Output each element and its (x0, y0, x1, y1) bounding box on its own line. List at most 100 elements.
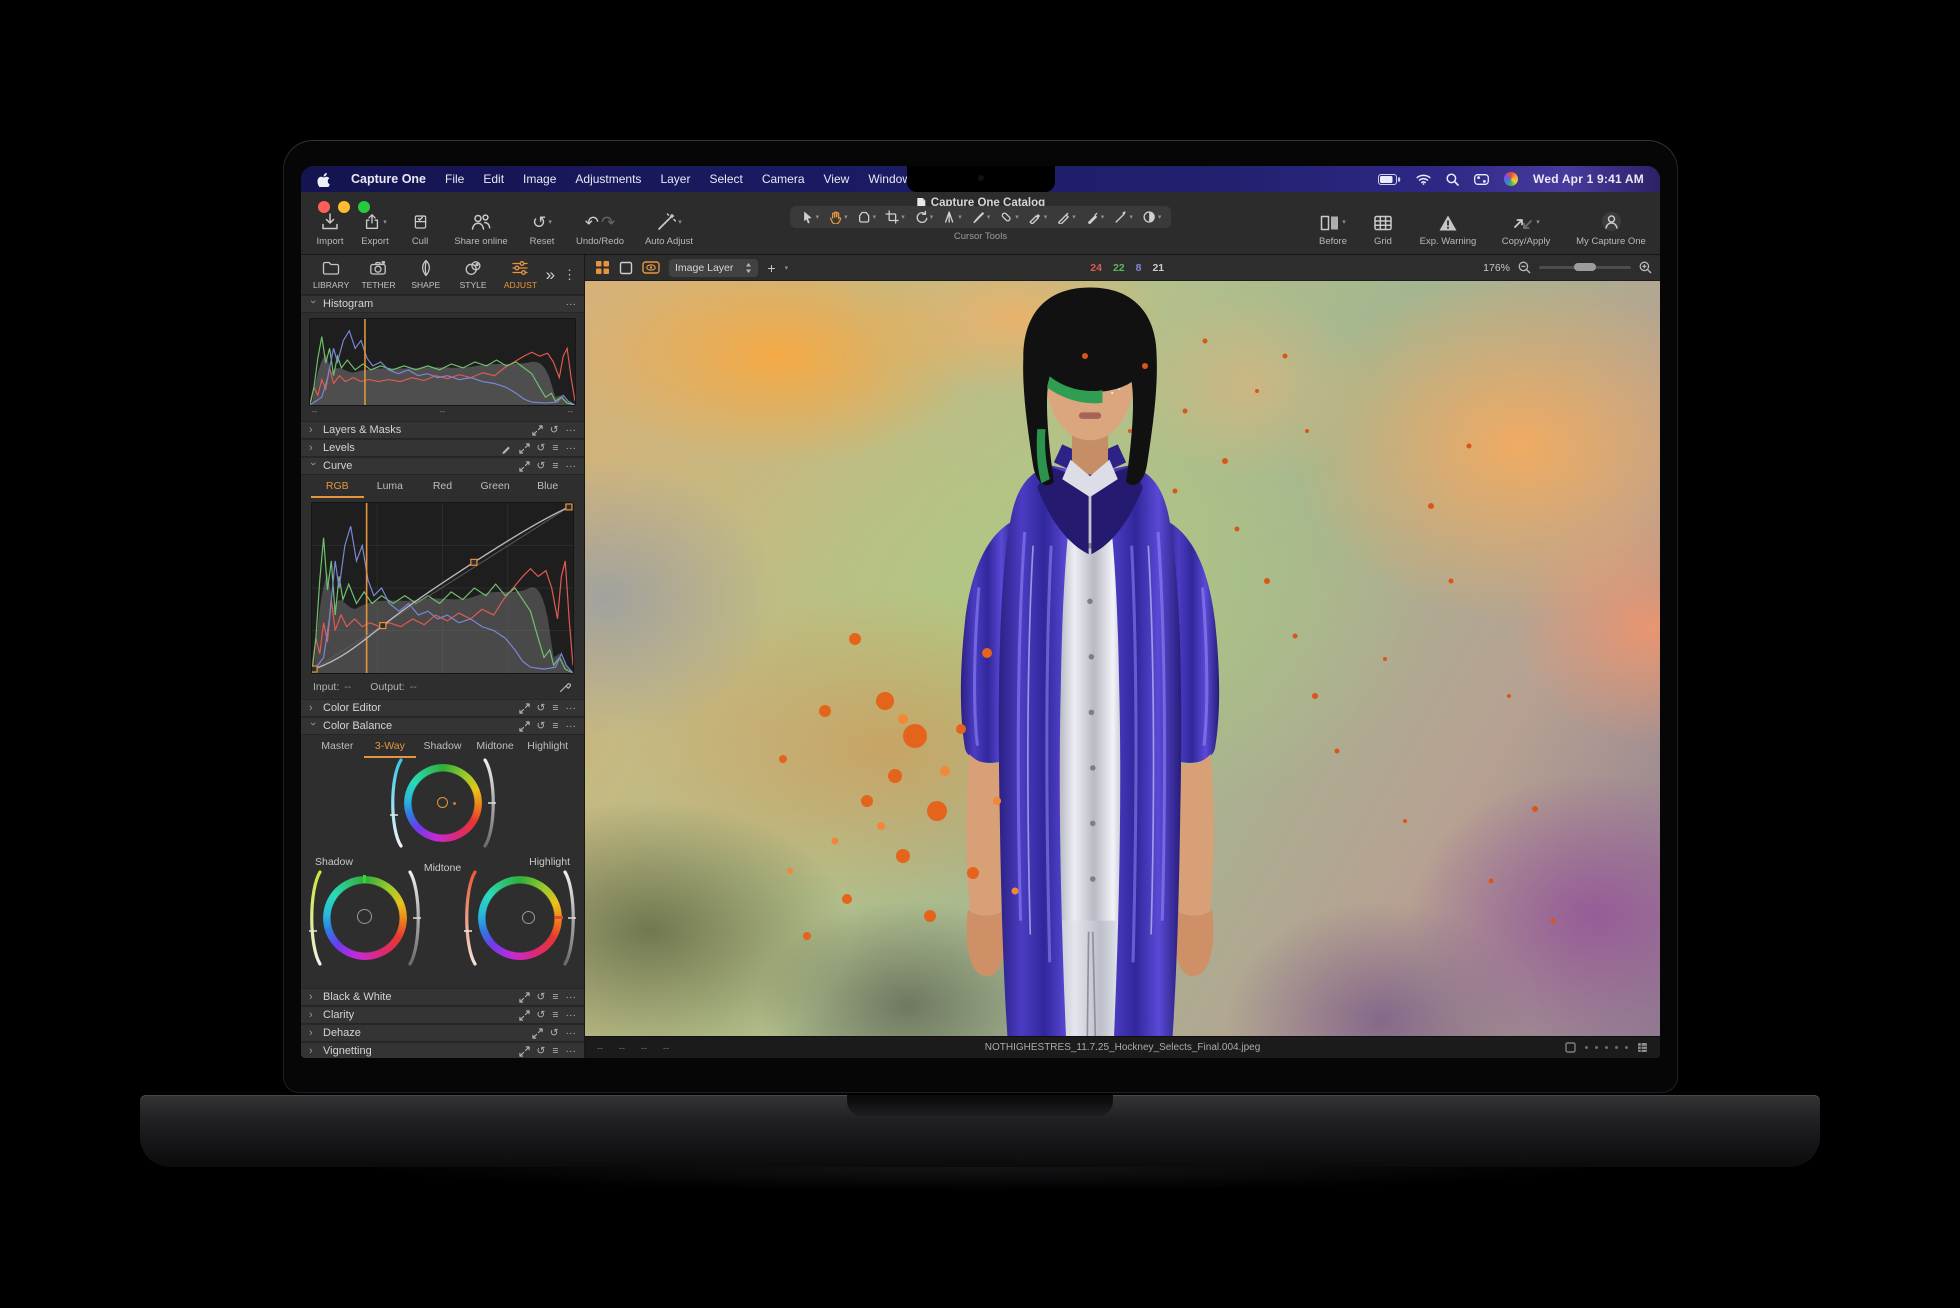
control-center-icon[interactable] (1474, 174, 1489, 185)
select-tool[interactable]: ▾ (800, 210, 820, 224)
cb-tab-midtone[interactable]: Midtone (469, 740, 522, 758)
luminance-arc[interactable] (408, 869, 422, 967)
export-button[interactable]: ▾ Export (360, 211, 390, 247)
menu-camera[interactable]: Camera (762, 172, 805, 186)
reset-icon[interactable]: ↺ (550, 1028, 559, 1039)
presets-icon[interactable]: ≡ (552, 721, 558, 732)
copy-adjustments-icon[interactable] (519, 1010, 530, 1021)
panel-header-black-white[interactable]: › Black & White ↺ ≡ ··· (301, 988, 584, 1006)
menu-window[interactable]: Window (868, 172, 911, 186)
reset-icon[interactable]: ↺ (537, 1046, 546, 1057)
my-capture-one-button[interactable]: My Capture One (1574, 211, 1648, 247)
presets-icon[interactable]: ≡ (552, 703, 558, 714)
clone-tool[interactable]: ▾ (1028, 210, 1048, 224)
zoom-slider-knob[interactable] (1574, 263, 1596, 271)
copy-adjustments-icon[interactable] (519, 1046, 530, 1057)
more-icon[interactable]: ··· (566, 443, 577, 454)
user-avatar-icon[interactable] (1504, 172, 1518, 186)
tab-library[interactable]: LIBRARY (309, 259, 353, 290)
copy-adjustments-icon[interactable] (519, 992, 530, 1003)
menu-image[interactable]: Image (523, 172, 556, 186)
presets-icon[interactable]: ≡ (552, 1010, 558, 1021)
spotlight-search-icon[interactable] (1446, 173, 1459, 186)
pan-tool[interactable]: ▾ (828, 210, 848, 224)
curve-graph[interactable] (311, 502, 574, 674)
photo-canvas[interactable] (585, 281, 1660, 1036)
copy-adjustments-icon[interactable] (519, 461, 530, 472)
panel-header-clarity[interactable]: › Clarity ↺ ≡ ··· (301, 1006, 584, 1024)
proof-view-icon[interactable] (642, 261, 660, 274)
menubar-clock[interactable]: Wed Apr 1 9:41 AM (1533, 172, 1644, 186)
rotate-tool[interactable]: ▾ (914, 210, 934, 224)
copy-adjustments-icon[interactable] (519, 443, 530, 454)
panel-header-levels[interactable]: › Levels ↺ ≡ ··· (301, 439, 584, 457)
wifi-icon[interactable] (1416, 174, 1431, 185)
reset-icon[interactable]: ↺ (537, 1010, 546, 1021)
tab-shape[interactable]: SHAPE (404, 259, 448, 290)
loupe-tool[interactable]: ▾ (857, 210, 877, 224)
presets-icon[interactable]: ≡ (552, 1046, 558, 1057)
hue-ring[interactable] (478, 876, 562, 960)
menubar-app-name[interactable]: Capture One (351, 172, 426, 186)
picker-icon[interactable] (501, 443, 512, 454)
presets-icon[interactable]: ≡ (552, 992, 558, 1003)
undo-redo-button[interactable]: ↶↷ Undo/Redo (572, 211, 628, 247)
cb-tab-3way[interactable]: 3-Way (364, 740, 417, 758)
more-icon[interactable]: ··· (566, 721, 577, 732)
curve-tab-red[interactable]: Red (416, 480, 469, 498)
more-icon[interactable]: ··· (566, 992, 577, 1003)
copy-adjustments-icon[interactable] (532, 1028, 543, 1039)
panel-header-histogram[interactable]: › Histogram ··· (301, 295, 584, 313)
highlight-color-wheel[interactable] (478, 876, 562, 960)
add-layer-chevron-icon[interactable]: ▾ (785, 264, 789, 272)
grid-button[interactable]: Grid (1368, 211, 1398, 247)
menu-layer[interactable]: Layer (660, 172, 690, 186)
more-icon[interactable]: ··· (566, 1028, 577, 1039)
luminance-arc[interactable] (563, 869, 577, 967)
zoom-slider[interactable] (1539, 266, 1631, 269)
curve-tab-luma[interactable]: Luma (364, 480, 417, 498)
saturation-arc[interactable] (389, 757, 403, 849)
exposure-warning-button[interactable]: Exp. Warning (1418, 211, 1478, 247)
curve-tab-green[interactable]: Green (469, 480, 522, 498)
auto-adjust-button[interactable]: ▾ Auto Adjust (643, 211, 695, 247)
curve-tab-rgb[interactable]: RGB (311, 480, 364, 498)
thumbnail-toggle-icon[interactable] (1565, 1042, 1576, 1053)
straighten-tool[interactable]: ▾ (942, 210, 962, 224)
midtone-color-wheel[interactable] (404, 764, 482, 842)
panel-header-color-editor[interactable]: › Color Editor ↺ ≡ ··· (301, 699, 584, 717)
expand-tabs-icon[interactable]: » (546, 266, 555, 283)
menu-select[interactable]: Select (709, 172, 742, 186)
copy-adjustments-icon[interactable] (519, 703, 530, 714)
panel-header-curve[interactable]: › Curve ↺ ≡ ··· (301, 457, 584, 475)
menu-edit[interactable]: Edit (483, 172, 504, 186)
cb-tab-shadow[interactable]: Shadow (416, 740, 469, 758)
reset-icon[interactable]: ↺ (537, 703, 546, 714)
reset-icon[interactable]: ↺ (550, 425, 559, 436)
apple-logo-icon[interactable] (317, 172, 330, 187)
tab-tether[interactable]: TETHER (356, 259, 400, 290)
menu-file[interactable]: File (445, 172, 464, 186)
tab-style[interactable]: STYLE (451, 259, 495, 290)
wheel-marker[interactable] (357, 909, 372, 924)
filmstrip-toggle-icon[interactable] (1637, 1042, 1648, 1053)
saturation-arc[interactable] (463, 869, 477, 967)
import-button[interactable]: Import (315, 211, 345, 247)
panel-header-dehaze[interactable]: › Dehaze ↺ ··· (301, 1024, 584, 1042)
curve-tab-blue[interactable]: Blue (521, 480, 574, 498)
reset-icon[interactable]: ↺ (537, 992, 546, 1003)
page-dots[interactable] (1585, 1046, 1628, 1049)
single-view-icon[interactable] (619, 261, 633, 275)
battery-icon[interactable] (1378, 174, 1401, 185)
luminance-arc[interactable] (483, 757, 497, 849)
wheel-marker[interactable] (437, 797, 448, 808)
erase-mask-tool[interactable]: ▾ (1056, 210, 1076, 224)
reset-icon[interactable]: ↺ (537, 461, 546, 472)
tab-adjust[interactable]: ADJUST (498, 259, 542, 290)
zoom-out-icon[interactable] (1518, 261, 1531, 274)
eyedropper-icon[interactable] (559, 680, 572, 693)
heal-tool[interactable]: ▾ (999, 210, 1019, 224)
copy-adjustments-icon[interactable] (532, 425, 543, 436)
reset-icon[interactable]: ↺ (537, 721, 546, 732)
copy-apply-button[interactable]: ▾ Copy/Apply (1498, 211, 1554, 247)
